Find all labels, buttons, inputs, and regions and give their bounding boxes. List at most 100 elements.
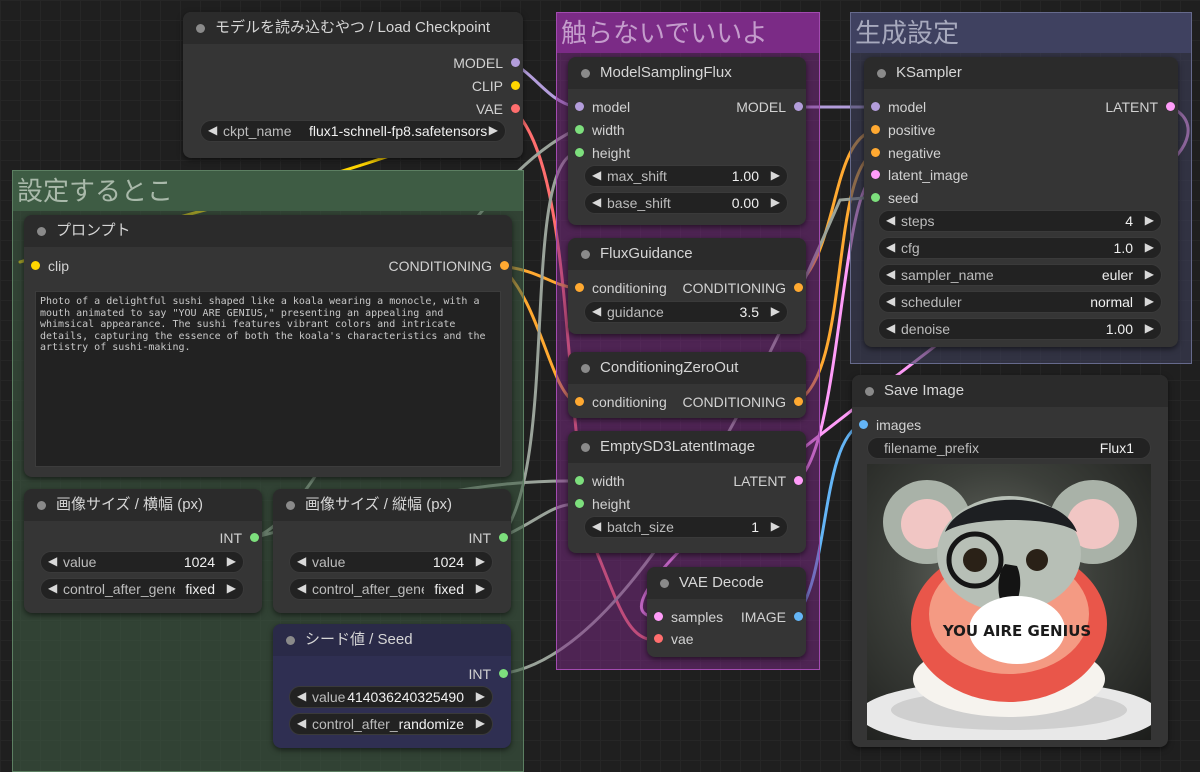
arrow-left-icon[interactable]: ◀	[592, 304, 601, 318]
arrow-right-icon[interactable]: ▶	[476, 716, 485, 730]
node-header[interactable]: ModelSamplingFlux	[568, 57, 806, 89]
value-stepper[interactable]: ◀ value 1024 ▶	[289, 551, 493, 573]
ksampler-node[interactable]: KSampler model positive negative latent_…	[864, 57, 1178, 347]
collapse-dot-icon[interactable]	[581, 69, 590, 78]
arrow-right-icon[interactable]: ▶	[1145, 213, 1154, 227]
output-latent[interactable]: LATENT	[733, 472, 806, 490]
arrow-right-icon[interactable]: ▶	[771, 195, 780, 209]
model-sampling-flux-node[interactable]: ModelSamplingFlux model width height MOD…	[568, 57, 806, 225]
control-after-generate-combo[interactable]: ◀ control_after_generate fixed ▶	[289, 578, 493, 600]
arrow-left-icon[interactable]: ◀	[886, 321, 895, 335]
latent-pin-icon[interactable]	[871, 170, 880, 179]
output-model[interactable]: MODEL	[736, 98, 806, 116]
latent-pin-icon[interactable]	[654, 612, 663, 621]
input-negative[interactable]: negative	[868, 144, 941, 162]
input-samples[interactable]: samples	[651, 608, 723, 626]
conditioning-pin-icon[interactable]	[871, 148, 880, 157]
input-latent-image[interactable]: latent_image	[868, 166, 968, 184]
conditioning-pin-icon[interactable]	[500, 261, 509, 270]
collapse-dot-icon[interactable]	[286, 636, 295, 645]
model-pin-icon[interactable]	[575, 102, 584, 111]
arrow-left-icon[interactable]: ◀	[886, 213, 895, 227]
int-pin-icon[interactable]	[575, 125, 584, 134]
node-header[interactable]: ConditioningZeroOut	[568, 352, 806, 384]
output-conditioning[interactable]: CONDITIONING	[683, 393, 806, 411]
input-model[interactable]: model	[572, 98, 630, 116]
arrow-right-icon[interactable]: ▶	[476, 689, 485, 703]
arrow-right-icon[interactable]: ▶	[1145, 267, 1154, 281]
cfg-stepper[interactable]: ◀ cfg 1.0 ▶	[878, 237, 1162, 259]
arrow-right-icon[interactable]: ▶	[489, 123, 498, 137]
width-int-node[interactable]: 画像サイズ / 横幅 (px) INT ◀ value 1024 ▶ ◀ con…	[24, 489, 262, 613]
arrow-right-icon[interactable]: ▶	[476, 581, 485, 595]
image-pin-icon[interactable]	[859, 420, 868, 429]
arrow-left-icon[interactable]: ◀	[592, 195, 601, 209]
node-header[interactable]: 画像サイズ / 横幅 (px)	[24, 489, 262, 521]
node-header[interactable]: EmptySD3LatentImage	[568, 431, 806, 463]
input-seed[interactable]: seed	[868, 189, 918, 207]
value-stepper[interactable]: ◀ value 1024 ▶	[40, 551, 244, 573]
conditioning-zero-out-node[interactable]: ConditioningZeroOut conditioning CONDITI…	[568, 352, 806, 418]
output-int[interactable]: INT	[468, 529, 511, 547]
guidance-stepper[interactable]: ◀ guidance 3.5 ▶	[584, 301, 788, 323]
node-header[interactable]: 画像サイズ / 縦幅 (px)	[273, 489, 511, 521]
int-pin-icon[interactable]	[250, 533, 259, 542]
output-model[interactable]: MODEL	[453, 54, 523, 72]
arrow-right-icon[interactable]: ▶	[227, 554, 236, 568]
model-pin-icon[interactable]	[871, 102, 880, 111]
latent-pin-icon[interactable]	[794, 476, 803, 485]
arrow-right-icon[interactable]: ▶	[227, 581, 236, 595]
latent-pin-icon[interactable]	[1166, 102, 1175, 111]
collapse-dot-icon[interactable]	[286, 501, 295, 510]
clip-pin-icon[interactable]	[31, 261, 40, 270]
conditioning-pin-icon[interactable]	[794, 397, 803, 406]
vae-pin-icon[interactable]	[511, 104, 520, 113]
arrow-left-icon[interactable]: ◀	[208, 123, 217, 137]
arrow-left-icon[interactable]: ◀	[297, 554, 306, 568]
arrow-left-icon[interactable]: ◀	[297, 689, 306, 703]
image-pin-icon[interactable]	[794, 612, 803, 621]
input-conditioning[interactable]: conditioning	[572, 393, 667, 411]
arrow-left-icon[interactable]: ◀	[886, 267, 895, 281]
clip-pin-icon[interactable]	[511, 81, 520, 90]
arrow-left-icon[interactable]: ◀	[297, 581, 306, 595]
input-positive[interactable]: positive	[868, 121, 935, 139]
int-pin-icon[interactable]	[871, 193, 880, 202]
output-conditioning[interactable]: CONDITIONING	[389, 257, 512, 275]
output-int[interactable]: INT	[219, 529, 262, 547]
arrow-left-icon[interactable]: ◀	[48, 554, 57, 568]
node-header[interactable]: VAE Decode	[647, 567, 806, 599]
collapse-dot-icon[interactable]	[581, 364, 590, 373]
scheduler-combo[interactable]: ◀ scheduler normal ▶	[878, 291, 1162, 313]
node-header[interactable]: Save Image	[852, 375, 1168, 407]
input-vae[interactable]: vae	[651, 630, 694, 648]
input-clip[interactable]: clip	[28, 257, 69, 275]
output-image[interactable]: IMAGE	[741, 608, 806, 626]
model-pin-icon[interactable]	[511, 58, 520, 67]
collapse-dot-icon[interactable]	[877, 69, 886, 78]
int-pin-icon[interactable]	[575, 476, 584, 485]
arrow-right-icon[interactable]: ▶	[1145, 321, 1154, 335]
base-shift-stepper[interactable]: ◀ base_shift 0.00 ▶	[584, 192, 788, 214]
node-header[interactable]: プロンプト	[24, 215, 512, 247]
output-latent[interactable]: LATENT	[1105, 98, 1178, 116]
input-width[interactable]: width	[572, 121, 625, 139]
output-vae[interactable]: VAE	[476, 100, 523, 118]
arrow-left-icon[interactable]: ◀	[886, 240, 895, 254]
conditioning-pin-icon[interactable]	[794, 283, 803, 292]
output-conditioning[interactable]: CONDITIONING	[683, 279, 806, 297]
collapse-dot-icon[interactable]	[37, 227, 46, 236]
collapse-dot-icon[interactable]	[660, 579, 669, 588]
filename-prefix-field[interactable]: filename_prefix Flux1	[867, 437, 1151, 459]
int-pin-icon[interactable]	[575, 148, 584, 157]
prompt-node[interactable]: プロンプト clip CONDITIONING Photo of a delig…	[24, 215, 512, 477]
input-height[interactable]: height	[572, 144, 630, 162]
conditioning-pin-icon[interactable]	[575, 397, 584, 406]
collapse-dot-icon[interactable]	[865, 387, 874, 396]
flux-guidance-node[interactable]: FluxGuidance conditioning CONDITIONING ◀…	[568, 238, 806, 334]
height-int-node[interactable]: 画像サイズ / 縦幅 (px) INT ◀ value 1024 ▶ ◀ con…	[273, 489, 511, 613]
collapse-dot-icon[interactable]	[37, 501, 46, 510]
collapse-dot-icon[interactable]	[196, 24, 205, 33]
ckpt-name-combo[interactable]: ◀ ckpt_name flux1-schnell-fp8.safetensor…	[200, 120, 506, 142]
arrow-right-icon[interactable]: ▶	[771, 519, 780, 533]
